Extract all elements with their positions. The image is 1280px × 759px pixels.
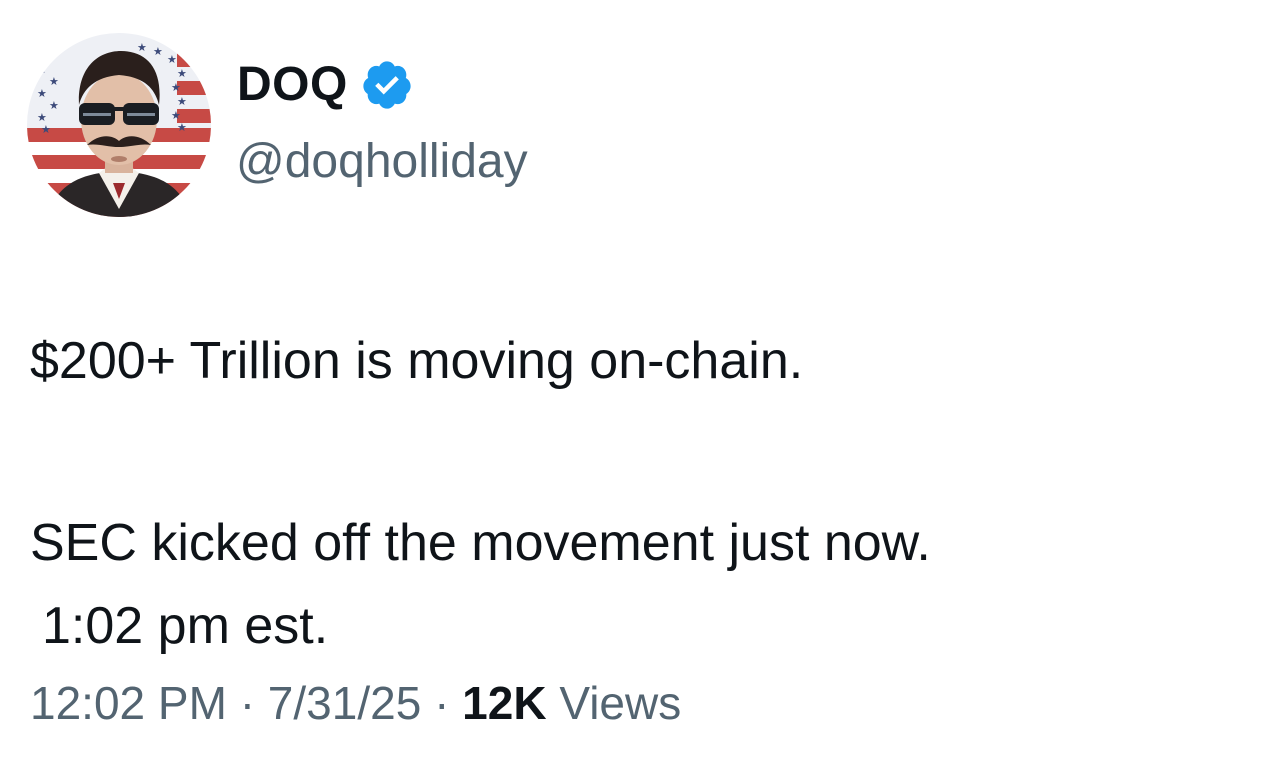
views-label: Views (559, 677, 682, 729)
svg-text:★: ★ (49, 99, 59, 112)
meta-separator: · (239, 677, 256, 729)
svg-text:★: ★ (153, 45, 163, 58)
svg-text:★: ★ (177, 67, 187, 80)
meta-separator: · (434, 677, 450, 729)
tweet-time[interactable]: 12:02 PM (30, 677, 227, 729)
svg-text:★: ★ (137, 41, 147, 54)
svg-text:★: ★ (49, 75, 59, 88)
svg-text:★: ★ (167, 53, 177, 66)
views-count: 12K (462, 677, 547, 729)
svg-text:★: ★ (171, 81, 181, 94)
avatar-image: ★★★ ★★★ ★ ★★ ★★★ ★★ (27, 33, 211, 217)
svg-text:★: ★ (177, 95, 187, 108)
author-name-row: DOQ (237, 58, 414, 112)
svg-text:★: ★ (37, 87, 47, 100)
author-handle[interactable]: @doqholliday (236, 138, 528, 186)
display-name[interactable]: DOQ (237, 61, 348, 109)
verified-badge-icon (360, 58, 414, 112)
tweet-date[interactable]: 7/31/25 (268, 677, 421, 729)
tweet-text-line-3: 1:02 pm est. (42, 597, 329, 655)
tweet-text-line-1: $200+ Trillion is moving on-chain. (30, 332, 804, 390)
tweet-text-line-2: SEC kicked off the movement just now. (30, 514, 931, 572)
avatar[interactable]: ★ ★ ★ ★ ★ ★ ★ ★ ★ ★ ★ ★ ★ ★ (27, 33, 211, 217)
svg-text:★: ★ (41, 123, 51, 136)
svg-text:★: ★ (177, 121, 187, 134)
tweet-meta: 12:02 PM · 7/31/25 · 12K Views (30, 680, 681, 726)
svg-text:★: ★ (37, 63, 47, 76)
